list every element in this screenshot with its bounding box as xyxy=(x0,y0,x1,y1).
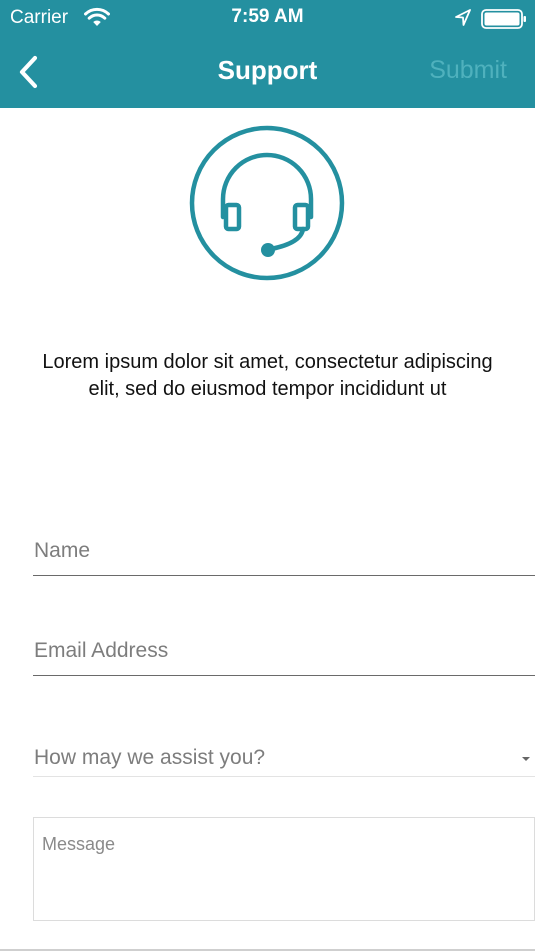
status-bar: Carrier 7:59 AM xyxy=(0,0,535,38)
name-field[interactable] xyxy=(33,532,535,576)
name-input[interactable] xyxy=(33,532,535,575)
message-field[interactable] xyxy=(33,817,535,921)
email-field[interactable] xyxy=(33,632,535,676)
intro-text: Lorem ipsum dolor sit amet, consectetur … xyxy=(42,351,493,400)
support-screen: Carrier 7:59 AM Support Submit Lorem ips… xyxy=(0,0,535,951)
headset-icon xyxy=(189,125,345,281)
email-input[interactable] xyxy=(33,632,535,675)
assist-select[interactable]: How may we assist you? xyxy=(33,733,535,777)
battery-icon xyxy=(481,9,526,29)
submit-button[interactable]: Submit xyxy=(429,56,507,85)
header: Carrier 7:59 AM Support Submit xyxy=(0,0,535,108)
message-input[interactable] xyxy=(34,818,534,920)
assist-select-value: How may we assist you? xyxy=(34,746,266,769)
caret-down-icon xyxy=(522,757,530,761)
nav-bar: Support Submit xyxy=(0,38,535,108)
location-arrow-icon xyxy=(455,9,471,26)
